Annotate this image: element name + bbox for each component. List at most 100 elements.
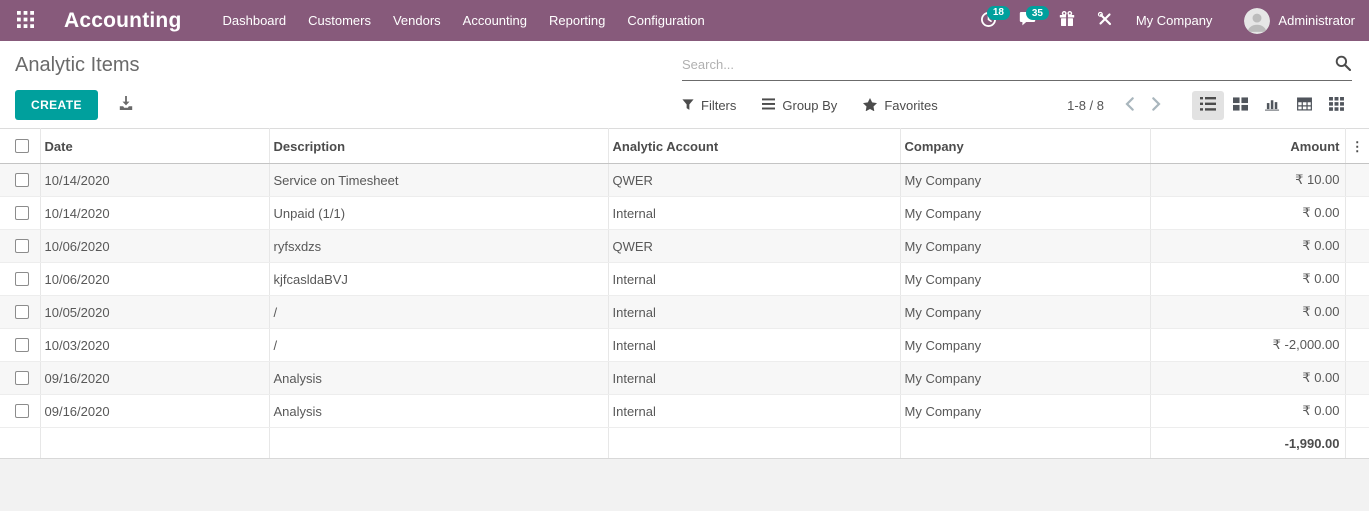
search-options: Filters Group By Favorites	[682, 98, 938, 114]
pager-previous-button[interactable]	[1116, 93, 1143, 118]
cell-analytic-account[interactable]: Internal	[608, 197, 900, 230]
cell-date[interactable]: 10/14/2020	[40, 164, 269, 197]
pivot-view-button[interactable]	[1288, 91, 1320, 120]
column-header-date[interactable]: Date	[40, 129, 269, 164]
optional-columns-icon[interactable]: ⋮	[1351, 139, 1364, 154]
row-checkbox[interactable]	[15, 206, 29, 220]
search-button[interactable]	[1334, 55, 1352, 74]
nav-dashboard[interactable]: Dashboard	[212, 0, 298, 41]
select-all-checkbox[interactable]	[15, 139, 29, 153]
table-row[interactable]: 10/05/2020 / Internal My Company ₹ 0.00	[0, 296, 1369, 329]
favorites-button[interactable]: Favorites	[863, 98, 937, 114]
row-checkbox[interactable]	[15, 338, 29, 352]
nav-reporting[interactable]: Reporting	[538, 0, 616, 41]
table-row[interactable]: 10/14/2020 Service on Timesheet QWER My …	[0, 164, 1369, 197]
search-box	[682, 54, 1352, 81]
company-switcher[interactable]: My Company	[1136, 13, 1213, 28]
cell-date[interactable]: 09/16/2020	[40, 362, 269, 395]
cell-company[interactable]: My Company	[900, 329, 1150, 362]
row-checkbox[interactable]	[15, 272, 29, 286]
table-row[interactable]: 10/14/2020 Unpaid (1/1) Internal My Comp…	[0, 197, 1369, 230]
cell-analytic-account[interactable]: Internal	[608, 395, 900, 428]
debug-tools-icon[interactable]	[1088, 5, 1122, 36]
table-row[interactable]: 09/16/2020 Analysis Internal My Company …	[0, 362, 1369, 395]
cell-description[interactable]: kjfcasldaBVJ	[269, 263, 608, 296]
cell-company[interactable]: My Company	[900, 362, 1150, 395]
apps-menu-button[interactable]	[0, 0, 50, 41]
activities-button[interactable]: 18	[971, 5, 1006, 37]
cell-company[interactable]: My Company	[900, 230, 1150, 263]
cell-description[interactable]: Unpaid (1/1)	[269, 197, 608, 230]
graph-view-button[interactable]	[1256, 91, 1288, 120]
column-header-amount[interactable]: Amount	[1150, 129, 1345, 164]
nav-customers[interactable]: Customers	[297, 0, 382, 41]
table-body: 10/14/2020 Service on Timesheet QWER My …	[0, 164, 1369, 428]
user-menu[interactable]: Administrator	[1244, 8, 1355, 34]
cell-date[interactable]: 10/05/2020	[40, 296, 269, 329]
app-brand[interactable]: Accounting	[64, 9, 182, 33]
group-by-label: Group By	[782, 98, 837, 113]
cell-date[interactable]: 09/16/2020	[40, 395, 269, 428]
filters-button[interactable]: Filters	[682, 98, 736, 114]
cell-description[interactable]: Analysis	[269, 362, 608, 395]
cell-amount[interactable]: ₹ 10.00	[1150, 164, 1345, 197]
cell-analytic-account[interactable]: Internal	[608, 263, 900, 296]
cell-company[interactable]: My Company	[900, 395, 1150, 428]
column-header-description[interactable]: Description	[269, 129, 608, 164]
cell-date[interactable]: 10/03/2020	[40, 329, 269, 362]
create-button[interactable]: CREATE	[15, 90, 98, 120]
cell-date[interactable]: 10/06/2020	[40, 263, 269, 296]
column-header-company[interactable]: Company	[900, 129, 1150, 164]
cell-description[interactable]: ryfsxdzs	[269, 230, 608, 263]
kanban-view-button[interactable]	[1224, 91, 1256, 120]
cell-analytic-account[interactable]: Internal	[608, 362, 900, 395]
cell-amount[interactable]: ₹ 0.00	[1150, 296, 1345, 329]
list-view-button[interactable]	[1192, 91, 1224, 120]
table-row[interactable]: 10/03/2020 / Internal My Company ₹ -2,00…	[0, 329, 1369, 362]
search-input[interactable]	[682, 57, 1334, 72]
column-header-analytic-account[interactable]: Analytic Account	[608, 129, 900, 164]
cell-amount[interactable]: ₹ 0.00	[1150, 230, 1345, 263]
cell-amount[interactable]: ₹ 0.00	[1150, 362, 1345, 395]
main-nav: Dashboard Customers Vendors Accounting R…	[212, 0, 716, 41]
list-view-icon	[1200, 97, 1216, 114]
export-button[interactable]	[114, 91, 138, 118]
row-checkbox[interactable]	[15, 305, 29, 319]
cell-amount[interactable]: ₹ -2,000.00	[1150, 329, 1345, 362]
pager-next-button[interactable]	[1143, 93, 1170, 118]
cell-description[interactable]: /	[269, 296, 608, 329]
row-checkbox[interactable]	[15, 404, 29, 418]
control-panel: Analytic Items CREATE	[0, 41, 1369, 128]
table-row[interactable]: 10/06/2020 ryfsxdzs QWER My Company ₹ 0.…	[0, 230, 1369, 263]
cell-company[interactable]: My Company	[900, 164, 1150, 197]
nav-configuration[interactable]: Configuration	[616, 0, 715, 41]
table-row[interactable]: 10/06/2020 kjfcasldaBVJ Internal My Comp…	[0, 263, 1369, 296]
activity-view-button[interactable]	[1320, 91, 1352, 120]
message-count-badge: 35	[1026, 6, 1049, 20]
nav-vendors[interactable]: Vendors	[382, 0, 452, 41]
group-by-button[interactable]: Group By	[762, 98, 837, 113]
cell-analytic-account[interactable]: QWER	[608, 164, 900, 197]
cell-company[interactable]: My Company	[900, 263, 1150, 296]
messages-button[interactable]: 35	[1010, 5, 1046, 36]
cell-date[interactable]: 10/06/2020	[40, 230, 269, 263]
cell-company[interactable]: My Company	[900, 296, 1150, 329]
row-checkbox[interactable]	[15, 371, 29, 385]
cell-company[interactable]: My Company	[900, 197, 1150, 230]
cell-amount[interactable]: ₹ 0.00	[1150, 197, 1345, 230]
cell-description[interactable]: /	[269, 329, 608, 362]
row-checkbox[interactable]	[15, 239, 29, 253]
cell-description[interactable]: Service on Timesheet	[269, 164, 608, 197]
rewards-button[interactable]	[1050, 5, 1084, 36]
cell-amount[interactable]: ₹ 0.00	[1150, 263, 1345, 296]
cell-date[interactable]: 10/14/2020	[40, 197, 269, 230]
row-checkbox[interactable]	[15, 173, 29, 187]
nav-accounting[interactable]: Accounting	[452, 0, 538, 41]
cell-analytic-account[interactable]: Internal	[608, 296, 900, 329]
cell-description[interactable]: Analysis	[269, 395, 608, 428]
cell-analytic-account[interactable]: Internal	[608, 329, 900, 362]
table-row[interactable]: 09/16/2020 Analysis Internal My Company …	[0, 395, 1369, 428]
cell-analytic-account[interactable]: QWER	[608, 230, 900, 263]
star-icon	[863, 98, 877, 114]
cell-amount[interactable]: ₹ 0.00	[1150, 395, 1345, 428]
